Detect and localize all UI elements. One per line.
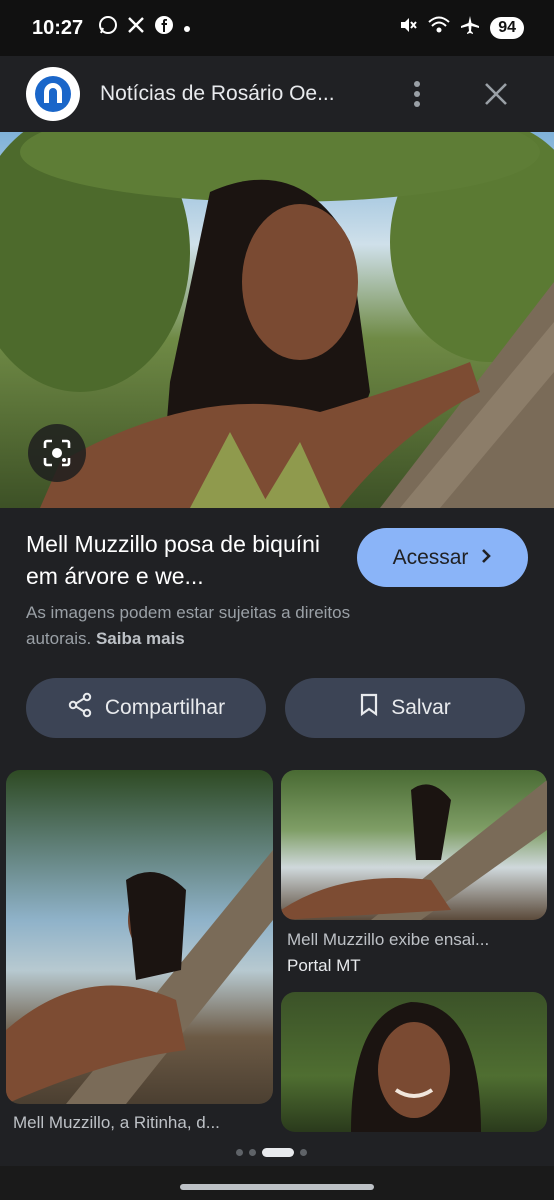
- copyright-notice: As imagens podem estar sujeitas a direit…: [26, 600, 406, 652]
- bookmark-icon: [359, 693, 379, 723]
- more-options-icon[interactable]: [402, 76, 432, 112]
- related-image-3[interactable]: [281, 992, 547, 1132]
- result-header: Notícias de Rosário Oe...: [0, 56, 554, 132]
- status-bar: 10:27 94: [0, 0, 554, 56]
- home-gesture-handle[interactable]: [180, 1184, 374, 1190]
- copyright-text: As imagens podem estar sujeitas a direit…: [26, 603, 351, 648]
- share-icon: [67, 692, 93, 724]
- battery-badge: 94: [490, 17, 524, 39]
- lens-search-button[interactable]: [28, 424, 86, 482]
- wifi-icon: [428, 15, 450, 41]
- save-label: Salvar: [391, 696, 451, 719]
- site-logo[interactable]: [26, 67, 80, 121]
- share-label: Compartilhar: [104, 696, 226, 719]
- visit-label: Acessar: [392, 545, 469, 569]
- visit-button[interactable]: Acessar: [357, 528, 528, 587]
- related-image-1[interactable]: [6, 770, 273, 1104]
- mute-icon: [398, 15, 418, 41]
- related-caption-1[interactable]: Mell Muzzillo, a Ritinha, d...: [13, 1113, 268, 1133]
- chevron-right-icon: [480, 546, 492, 570]
- carousel-pager: [236, 1148, 307, 1157]
- related-source-2[interactable]: Portal MT: [287, 956, 361, 976]
- pager-dot: [249, 1149, 256, 1156]
- status-time: 10:27: [32, 16, 84, 39]
- related-image-2[interactable]: [281, 770, 547, 920]
- related-caption-2[interactable]: Mell Muzzillo exibe ensai...: [287, 930, 537, 950]
- save-button[interactable]: Salvar: [285, 678, 525, 738]
- pager-dot: [300, 1149, 307, 1156]
- close-icon[interactable]: [478, 76, 514, 112]
- navigation-bar: [0, 1166, 554, 1200]
- facebook-icon: [154, 15, 174, 41]
- site-name[interactable]: Notícias de Rosário Oe...: [100, 82, 362, 106]
- share-button[interactable]: Compartilhar: [26, 678, 266, 738]
- pager-dot: [236, 1149, 243, 1156]
- pager-dot-active: [262, 1148, 294, 1157]
- airplane-icon: [460, 15, 480, 41]
- x-icon: [127, 16, 145, 40]
- learn-more-link[interactable]: Saiba mais: [96, 629, 185, 648]
- whatsapp-icon: [98, 15, 118, 41]
- result-title[interactable]: Mell Muzzillo posa de biquíni em árvore …: [26, 528, 336, 592]
- dot-icon: [183, 17, 191, 39]
